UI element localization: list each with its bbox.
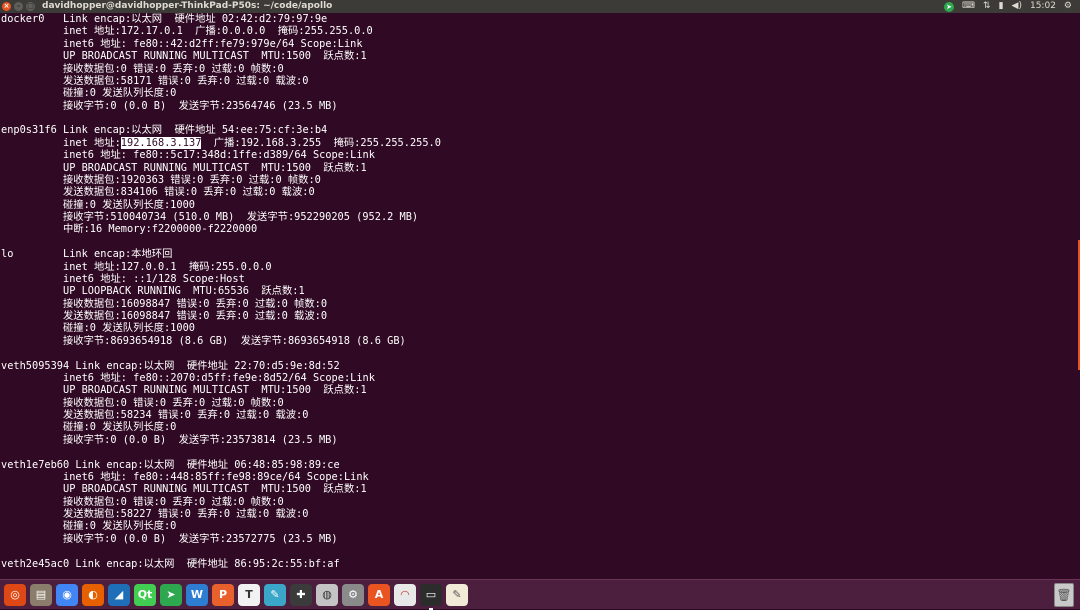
terminal-line: inet6 地址: ::1/128 Scope:Host (1, 272, 245, 285)
terminal-line: 碰撞:0 发送队列长度:0 (1, 421, 177, 434)
terminal-line: UP BROADCAST RUNNING MULTICAST MTU:1500 … (1, 50, 367, 63)
chrome-icon[interactable]: ◉ (56, 583, 78, 606)
terminal-line: 中断:16 Memory:f2200000-f2220000 (1, 223, 258, 236)
terminal-line: 接收字节:8693654918 (8.6 GB) 发送字节:8693654918… (1, 334, 406, 347)
terminal-line: inet6 地址: fe80::42:d2ff:fe79:979e/64 Sco… (1, 37, 363, 50)
terminal-line: 碰撞:0 发送队列长度:0 (1, 520, 177, 533)
maximize-window-icon[interactable]: □ (26, 2, 35, 11)
terminal-line: 发送数据包:58234 错误:0 丢弃:0 过载:0 载波:0 (1, 409, 309, 421)
terminal-line: 碰撞:0 发送队列长度:1000 (1, 198, 195, 211)
terminal-line: 接收字节:0 (0.0 B) 发送字节:23564746 (23.5 MB) (1, 99, 338, 112)
terminal-line: UP LOOPBACK RUNNING MTU:65536 跃点数:1 (1, 285, 305, 298)
window-title: davidhopper@davidhopper-ThinkPad-P50s: ~… (42, 1, 333, 11)
close-window-icon[interactable]: × (2, 2, 11, 11)
terminal-line: 发送数据包:58227 错误:0 丢弃:0 过载:0 载波:0 (1, 508, 309, 520)
software-center-icon[interactable]: A (368, 583, 390, 606)
launcher-dock: ◎ ▤ ◉ ◐ ◢ Qt ➤ W P T ✎ ✚ ◍ ⚙ A ◠ ▭ ✎ 🗑 (0, 579, 1080, 610)
file-manager-icon[interactable]: ▤ (30, 583, 52, 606)
terminal-line: 碰撞:0 发送队列长度:0 (1, 87, 177, 100)
terminal-line: 接收字节:510040734 (510.0 MB) 发送字节:952290205… (1, 211, 419, 223)
typora-icon[interactable]: T (238, 583, 260, 606)
battery-icon[interactable]: ▮ (999, 0, 1004, 13)
terminal-icon[interactable]: ▭ (420, 583, 442, 610)
telegram-tray-icon[interactable]: ➤ (944, 1, 955, 12)
terminal-text: 广播:192.168.3.255 掩码:255.255.255.0 (201, 136, 441, 149)
terminal-line: UP BROADCAST RUNNING MULTICAST MTU:1500 … (1, 384, 367, 397)
wps-presentation-icon[interactable]: P (212, 583, 234, 606)
remote-desktop-icon[interactable]: ◠ (394, 583, 416, 606)
ubuntu-dash-icon[interactable]: ◎ (4, 583, 26, 606)
launcher-apps: ◎ ▤ ◉ ◐ ◢ Qt ➤ W P T ✎ ✚ ◍ ⚙ A ◠ ▭ ✎ (0, 583, 468, 610)
minimize-window-icon[interactable]: – (14, 2, 23, 11)
editor-icon[interactable]: ✎ (264, 583, 286, 606)
selected-ip-address[interactable]: 192.168.3.137 (120, 136, 202, 149)
terminal-line: lo Link encap:本地环回 (1, 248, 173, 261)
terminal-line: veth5095394 Link encap:以太网 硬件地址 22:70:d5… (1, 359, 340, 372)
terminal-line: 碰撞:0 发送队列长度:1000 (1, 322, 195, 335)
terminal-output[interactable]: docker0 Link encap:以太网 硬件地址 02:42:d2:79:… (0, 13, 1080, 579)
terminal-line: inet6 地址: fe80::2070:d5ff:fe9e:8d52/64 S… (1, 371, 375, 384)
clock[interactable]: 15:02 (1030, 0, 1056, 13)
terminal-line: inet 地址:127.0.0.1 掩码:255.0.0.0 (1, 260, 272, 273)
terminal-line: veth1e7eb60 Link encap:以太网 硬件地址 06:48:85… (1, 458, 340, 471)
terminal-line: enp0s31f6 Link encap:以太网 硬件地址 54:ee:75:c… (1, 124, 328, 137)
qt-creator-icon[interactable]: Qt (134, 583, 156, 606)
terminal-line: 接收字节:0 (0.0 B) 发送字节:23572775 (23.5 MB) (1, 532, 338, 545)
gitkraken-icon[interactable]: ✚ (290, 583, 312, 606)
vscode-icon[interactable]: ◢ (108, 583, 130, 606)
terminal-line: UP BROADCAST RUNNING MULTICAST MTU:1500 … (1, 483, 367, 496)
keyboard-icon[interactable]: ⌨ (962, 0, 975, 13)
power-icon[interactable]: ⚙ (1064, 0, 1072, 13)
terminal-line: 接收数据包:1920363 错误:0 丢弃:0 过载:0 帧数:0 (1, 173, 321, 186)
volume-icon[interactable]: ◀) (1012, 0, 1022, 13)
terminal-text: inet 地址: (1, 136, 121, 149)
terminal-line: veth2e45ac0 Link encap:以太网 硬件地址 86:95:2c… (1, 557, 340, 570)
window-title-bar: × – □ davidhopper@davidhopper-ThinkPad-P… (0, 0, 1080, 13)
terminal-line: inet6 地址: fe80::5c17:348d:1ffe:d389/64 S… (1, 149, 375, 162)
network-icon[interactable]: ⇅ (983, 0, 991, 13)
terminal-line: inet6 地址: fe80::448:85ff:fe98:89ce/64 Sc… (1, 470, 369, 483)
wps-writer-icon[interactable]: W (186, 583, 208, 606)
terminal-line: 接收数据包:16098847 错误:0 丢弃:0 过载:0 帧数:0 (1, 297, 328, 310)
text-editor-icon[interactable]: ✎ (446, 583, 468, 606)
system-tray: ➤ ⌨ ⇅ ▮ ◀) 15:02 ⚙ (944, 0, 1080, 13)
terminal-line: 发送数据包:834106 错误:0 丢弃:0 过载:0 载波:0 (1, 186, 315, 199)
disks-icon[interactable]: ◍ (316, 583, 338, 606)
terminal-line: inet 地址:172.17.0.1 广播:0.0.0.0 掩码:255.255… (1, 25, 373, 38)
terminal-line: UP BROADCAST RUNNING MULTICAST MTU:1500 … (1, 161, 367, 174)
terminal-line: 发送数据包:58171 错误:0 丢弃:0 过载:0 载波:0 (1, 74, 309, 87)
terminal-line: 接收数据包:0 错误:0 丢弃:0 过载:0 帧数:0 (1, 495, 284, 508)
terminal-line: docker0 Link encap:以太网 硬件地址 02:42:d2:79:… (1, 13, 328, 25)
system-settings-icon[interactable]: ⚙ (342, 583, 364, 606)
terminal-line: 接收字节:0 (0.0 B) 发送字节:23573814 (23.5 MB) (1, 433, 338, 446)
terminal-line: 接收数据包:0 错误:0 丢弃:0 过载:0 帧数:0 (1, 62, 284, 75)
firefox-icon[interactable]: ◐ (82, 583, 104, 606)
trash-icon[interactable]: 🗑 (1054, 583, 1074, 607)
window-controls: × – □ (2, 2, 35, 11)
terminal-line: 发送数据包:16098847 错误:0 丢弃:0 过载:0 载波:0 (1, 310, 328, 322)
terminal-line: 接收数据包:0 错误:0 丢弃:0 过载:0 帧数:0 (1, 396, 284, 409)
telegram-icon[interactable]: ➤ (160, 583, 182, 606)
terminal-line: inet 地址:192.168.3.137 广播:192.168.3.255 掩… (0, 136, 1080, 149)
